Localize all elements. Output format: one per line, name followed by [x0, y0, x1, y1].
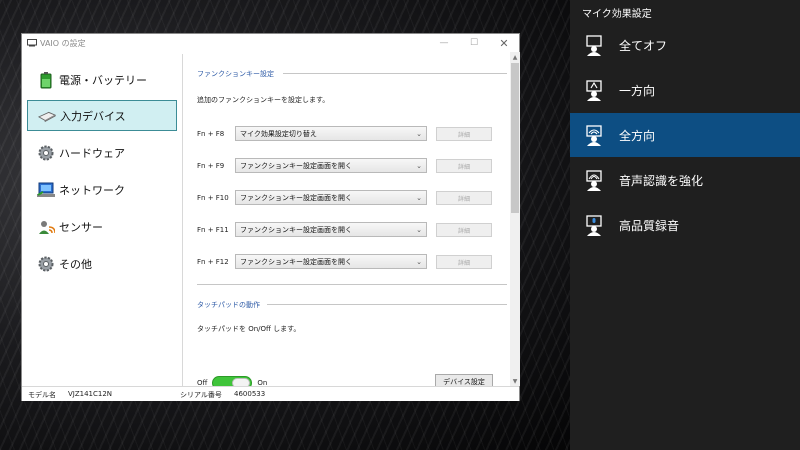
scroll-up-icon[interactable]: ▲ [510, 52, 520, 62]
mouse-icon [38, 107, 56, 125]
title-bar[interactable]: VAIO の設定 — ☐ ✕ [22, 34, 519, 52]
flyout-item-omnidirectional[interactable]: 全方向 [570, 113, 800, 157]
sensor-icon [37, 218, 55, 236]
section-divider [197, 284, 507, 285]
fn-key-label: Fn + F9 [197, 162, 225, 170]
fn-key-label: Fn + F12 [197, 258, 229, 266]
fn-f12-detail-button[interactable]: 詳細 [436, 255, 492, 269]
chevron-down-icon: ⌄ [416, 194, 422, 202]
fn-f9-detail-button[interactable]: 詳細 [436, 159, 492, 173]
fn-f8-detail-button[interactable]: 詳細 [436, 127, 492, 141]
sidebar: 電源・バッテリー 入力デバイス ハードウェア ネットワーク センサー その他 [22, 52, 182, 386]
serial-label: シリアル番号 [180, 391, 222, 399]
flyout-item-label: 高品質録音 [619, 218, 680, 233]
battery-icon [37, 71, 55, 89]
scroll-thumb[interactable] [511, 63, 519, 213]
fn-f11-detail-button[interactable]: 詳細 [436, 223, 492, 237]
flyout-item-high-quality-recording[interactable]: 高品質録音 [570, 203, 800, 247]
window-title: VAIO の設定 [40, 38, 86, 48]
sidebar-item-power-battery[interactable]: 電源・バッテリー [27, 64, 177, 95]
section-divider [267, 304, 507, 305]
fn-f11-select[interactable]: ファンクションキー設定画面を開く ⌄ [235, 222, 427, 237]
fn-f10-detail-button[interactable]: 詳細 [436, 191, 492, 205]
fn-key-label: Fn + F10 [197, 194, 229, 202]
mic-hq-recording-icon [586, 215, 602, 236]
mic-voice-recognition-icon [586, 170, 602, 191]
minimize-button[interactable]: — [429, 34, 459, 52]
sidebar-item-label: ネットワーク [59, 183, 125, 197]
fn-key-label: Fn + F8 [197, 130, 225, 138]
flyout-title: マイク効果設定 [582, 9, 652, 20]
vaio-settings-window: VAIO の設定 — ☐ ✕ 電源・バッテリー 入力デバイス ハードウェア ネッ… [21, 33, 520, 401]
maximize-button[interactable]: ☐ [459, 34, 489, 52]
status-bar: モデル名 VJZ141C12N シリアル番号 4600533 [22, 386, 519, 401]
select-value: ファンクションキー設定画面を開く [240, 257, 352, 266]
chevron-down-icon: ⌄ [416, 226, 422, 234]
section-divider [283, 73, 507, 74]
function-key-section-heading: ファンクションキー設定 [197, 70, 274, 78]
flyout-item-label: 全方向 [619, 128, 656, 143]
scroll-down-icon[interactable]: ▼ [510, 376, 520, 386]
mic-effect-flyout: マイク効果設定 全てオフ 一方向 全方向 音声認識を強化 高品質録音 [570, 0, 800, 450]
vertical-scrollbar[interactable]: ▲ ▼ [510, 52, 520, 386]
vaio-app-icon [27, 39, 37, 47]
sidebar-item-label: 電源・バッテリー [59, 73, 147, 87]
mic-one-direction-icon [586, 80, 602, 101]
flyout-item-label: 全てオフ [619, 38, 668, 53]
fn-f9-select[interactable]: ファンクションキー設定画面を開く ⌄ [235, 158, 427, 173]
function-key-description: 追加のファンクションキーを設定します。 [197, 96, 330, 104]
network-icon [37, 181, 55, 199]
select-value: ファンクションキー設定画面を開く [240, 193, 352, 202]
model-label: モデル名 [28, 391, 56, 399]
fn-key-label: Fn + F11 [197, 226, 229, 234]
sidebar-item-input-devices[interactable]: 入力デバイス [27, 100, 177, 131]
fn-f8-select[interactable]: マイク効果設定切り替え ⌄ [235, 126, 427, 141]
close-button[interactable]: ✕ [489, 34, 519, 52]
sidebar-item-label: 入力デバイス [60, 109, 126, 123]
sidebar-item-hardware[interactable]: ハードウェア [27, 137, 177, 168]
flyout-item-one-direction[interactable]: 一方向 [570, 68, 800, 112]
chevron-down-icon: ⌄ [416, 162, 422, 170]
chevron-down-icon: ⌄ [416, 258, 422, 266]
sidebar-item-network[interactable]: ネットワーク [27, 174, 177, 205]
flyout-item-label: 音声認識を強化 [619, 173, 704, 188]
gear-icon [37, 144, 55, 162]
fn-f10-select[interactable]: ファンクションキー設定画面を開く ⌄ [235, 190, 427, 205]
flyout-item-voice-recognition[interactable]: 音声認識を強化 [570, 158, 800, 202]
mic-omni-icon [586, 125, 602, 146]
sidebar-item-sensor[interactable]: センサー [27, 211, 177, 242]
model-value: VJZ141C12N [68, 390, 113, 398]
flyout-item-all-off[interactable]: 全てオフ [570, 23, 800, 67]
gear-icon [37, 255, 55, 273]
select-value: ファンクションキー設定画面を開く [240, 225, 352, 234]
mic-off-icon [586, 35, 602, 56]
sidebar-item-label: センサー [59, 220, 103, 234]
window-controls: — ☐ ✕ [429, 34, 519, 52]
flyout-item-label: 一方向 [619, 83, 656, 98]
main-content: ファンクションキー設定 追加のファンクションキーを設定します。 Fn + F8 … [183, 52, 507, 390]
fn-f12-select[interactable]: ファンクションキー設定画面を開く ⌄ [235, 254, 427, 269]
select-value: マイク効果設定切り替え [240, 129, 317, 138]
touchpad-section-heading: タッチパッドの動作 [197, 301, 260, 309]
touchpad-description: タッチパッドを On/Off します。 [197, 325, 301, 333]
serial-value: 4600533 [234, 390, 266, 398]
select-value: ファンクションキー設定画面を開く [240, 161, 352, 170]
sidebar-item-label: その他 [59, 257, 92, 271]
sidebar-item-label: ハードウェア [59, 146, 125, 160]
chevron-down-icon: ⌄ [416, 130, 422, 138]
sidebar-item-other[interactable]: その他 [27, 248, 177, 279]
